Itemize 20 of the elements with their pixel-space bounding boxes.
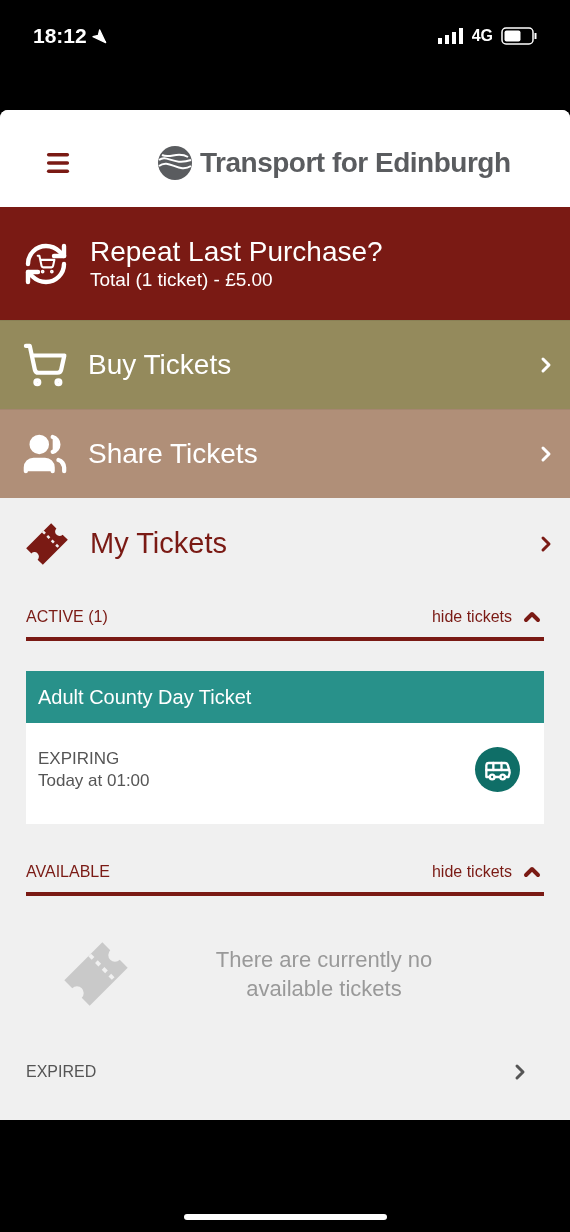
section-label: AVAILABLE xyxy=(26,862,110,882)
signal-icon xyxy=(437,28,464,44)
ticket-title: Adult County Day Ticket xyxy=(26,671,544,723)
hide-tickets-toggle[interactable]: hide tickets xyxy=(431,860,544,884)
app-title: Transport for Edinburgh xyxy=(200,145,511,180)
repeat-purchase-banner[interactable]: Repeat Last Purchase? Total (1 ticket) - £5.00 xyxy=(0,207,570,320)
ticket-status: EXPIRING xyxy=(38,747,121,770)
expired-link[interactable]: EXPIRED xyxy=(26,1060,544,1084)
bus-icon xyxy=(475,747,520,792)
ticket-card[interactable]: Adult County Day Ticket EXPIRING Today at 01:00 xyxy=(26,671,544,824)
logo-icon xyxy=(158,145,192,180)
location-arrow-icon xyxy=(90,27,107,44)
ticket-expiry: Today at 01:00 xyxy=(38,769,150,792)
hide-tickets-toggle[interactable]: hide tickets xyxy=(431,605,544,629)
section-label: ACTIVE (1) xyxy=(26,607,108,627)
clock-time: 18:12 xyxy=(33,23,87,49)
battery-icon xyxy=(501,27,537,45)
network-label: 4G xyxy=(471,26,493,46)
empty-message: There are currently no available tickets xyxy=(214,946,434,1003)
my-tickets-row[interactable]: My Tickets xyxy=(0,498,570,589)
